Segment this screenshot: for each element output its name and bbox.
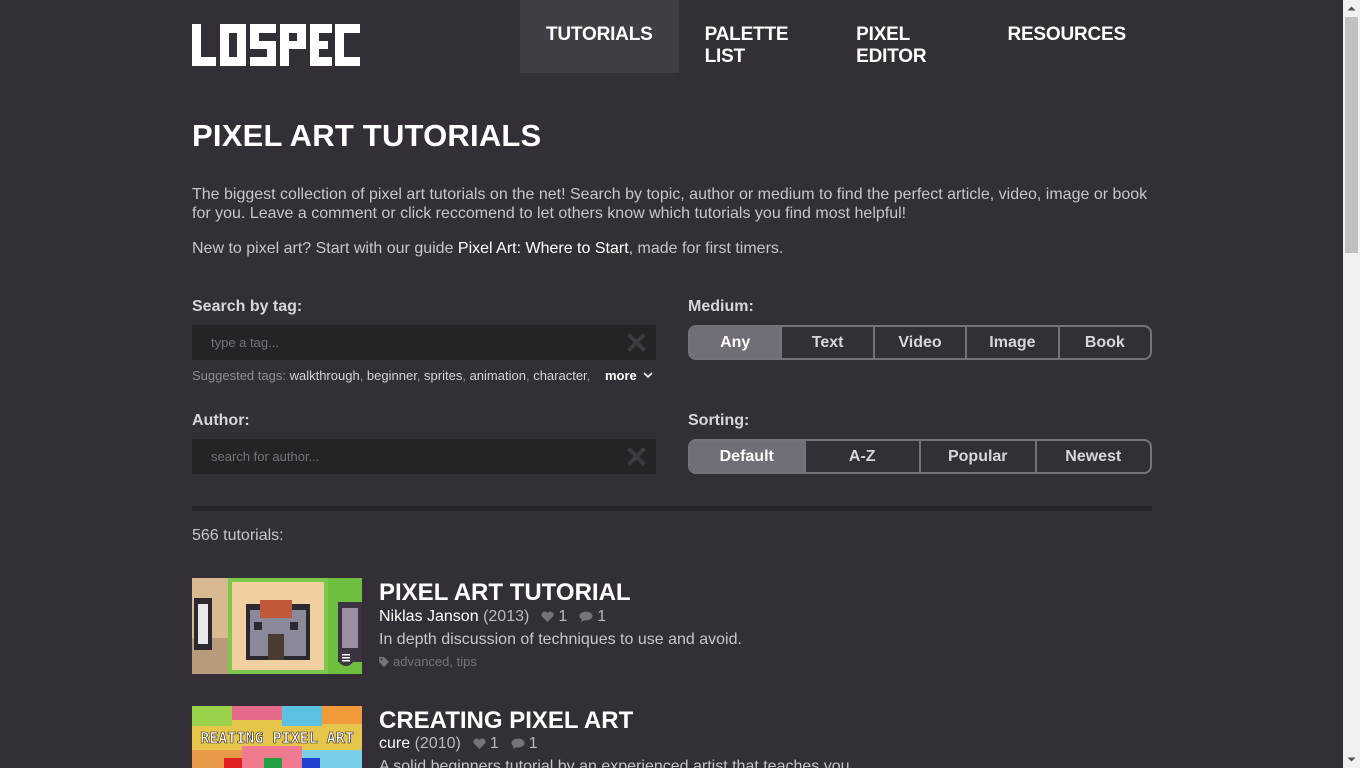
more-tags-label: more [605, 368, 637, 383]
comments-stat[interactable]: 1 [579, 608, 606, 626]
tutorial-title[interactable]: PIXEL ART TUTORIAL [379, 579, 631, 607]
tutorial-thumbnail-text: REATING PIXEL ART [200, 729, 354, 747]
sort-a-z[interactable]: A-Z [803, 441, 920, 472]
heart-icon [473, 738, 486, 749]
tag-character[interactable]: character [533, 368, 586, 383]
sorting-selector: Default A-Z Popular Newest [688, 439, 1152, 474]
likes-count: 1 [489, 735, 499, 752]
medium-label: Medium: [688, 298, 754, 315]
tag-search-label: Search by tag: [192, 298, 303, 315]
chevron-down-icon [643, 372, 653, 379]
likes-count: 1 [558, 608, 568, 625]
tutorial-tags: advanced, tips [379, 654, 477, 669]
tutorial-description: A solid beginners tutorial by an experie… [379, 758, 850, 768]
author-search-label: Author: [192, 412, 250, 429]
scroll-down-arrow-icon[interactable] [1343, 751, 1360, 768]
getting-started-text: New to pixel art? Start with our guide P… [192, 239, 783, 258]
clear-icon[interactable] [627, 447, 646, 466]
medium-selector: Any Text Video Image Book [688, 325, 1152, 360]
results-count: 566 tutorials: [192, 527, 284, 544]
nav-palette-list[interactable]: PALETTE LIST [679, 0, 831, 73]
tag-search-field [192, 325, 656, 360]
heart-icon [541, 611, 554, 622]
divider [192, 506, 1152, 511]
tutorial-year: (2010) [414, 735, 461, 752]
tag-walkthrough[interactable]: walkthrough [290, 368, 360, 383]
comment-icon [579, 611, 593, 622]
author-search-field [192, 439, 656, 474]
medium-text[interactable]: Text [780, 327, 872, 358]
nav-tutorials[interactable]: TUTORIALS [520, 0, 679, 73]
suggested-tags: Suggested tags: walkthrough, beginner, s… [192, 368, 591, 383]
suggested-tags-prefix: Suggested tags: [192, 368, 290, 383]
sort-default[interactable]: Default [690, 441, 804, 472]
tag-beginner[interactable]: beginner [367, 368, 417, 383]
comments-stat[interactable]: 1 [511, 735, 538, 753]
where-to-start-link[interactable]: Pixel Art: Where to Start [458, 240, 629, 257]
lospec-logo[interactable] [192, 24, 360, 66]
likes-stat[interactable]: 1 [473, 735, 499, 753]
comment-icon [511, 738, 525, 749]
tutorial-tag-list[interactable]: advanced, tips [393, 654, 477, 669]
tutorial-author[interactable]: Niklas Janson [379, 608, 479, 626]
tutorial-meta: cure (2010) 1 1 [379, 735, 538, 753]
nav-resources[interactable]: RESOURCES [981, 0, 1152, 73]
more-tags-toggle[interactable]: more [605, 368, 653, 383]
scrollbar-thumb[interactable] [1345, 17, 1358, 253]
author-search-input[interactable] [192, 439, 612, 474]
tag-animation[interactable]: animation [470, 368, 526, 383]
sort-newest[interactable]: Newest [1034, 441, 1151, 472]
tutorial-title[interactable]: CREATING PIXEL ART [379, 707, 633, 735]
medium-book[interactable]: Book [1057, 327, 1150, 358]
tutorial-year: (2013) [483, 608, 530, 625]
comments-count: 1 [528, 735, 538, 752]
tag-sprites[interactable]: sprites [424, 368, 462, 383]
sort-popular[interactable]: Popular [919, 441, 1035, 472]
intro-text: The biggest collection of pixel art tuto… [192, 186, 1148, 222]
tutorial-item: REATING PIXEL ART CREATING PIXEL ART cur… [192, 706, 1152, 768]
likes-stat[interactable]: 1 [541, 608, 567, 626]
medium-video[interactable]: Video [872, 327, 965, 358]
getting-started-prefix: New to pixel art? Start with our guide [192, 240, 458, 257]
tutorial-meta: Niklas Janson (2013) 1 1 [379, 608, 606, 626]
clear-icon[interactable] [627, 333, 646, 352]
getting-started-suffix: , made for first timers. [628, 240, 784, 257]
medium-image[interactable]: Image [965, 327, 1057, 358]
page-title: PIXEL ART TUTORIALS [192, 118, 542, 153]
tag-icon [379, 656, 389, 667]
page-scrollbar[interactable] [1343, 0, 1360, 768]
tutorial-description: In depth discussion of techniques to use… [379, 631, 742, 648]
comments-count: 1 [597, 608, 607, 625]
tutorial-item: PIXEL ART TUTORIAL Niklas Janson (2013) … [192, 578, 1152, 678]
tag-search-input[interactable] [192, 325, 612, 360]
tutorial-thumbnail[interactable]: REATING PIXEL ART [192, 706, 362, 768]
scroll-up-arrow-icon[interactable] [1343, 0, 1360, 17]
sorting-label: Sorting: [688, 412, 750, 429]
tutorial-author[interactable]: cure [379, 735, 410, 753]
tutorial-thumbnail[interactable] [192, 578, 362, 674]
nav-pixel-editor[interactable]: PIXEL EDITOR [830, 0, 981, 73]
main-nav: TUTORIALS PALETTE LIST PIXEL EDITOR RESO… [520, 0, 1152, 73]
medium-any[interactable]: Any [690, 327, 781, 358]
